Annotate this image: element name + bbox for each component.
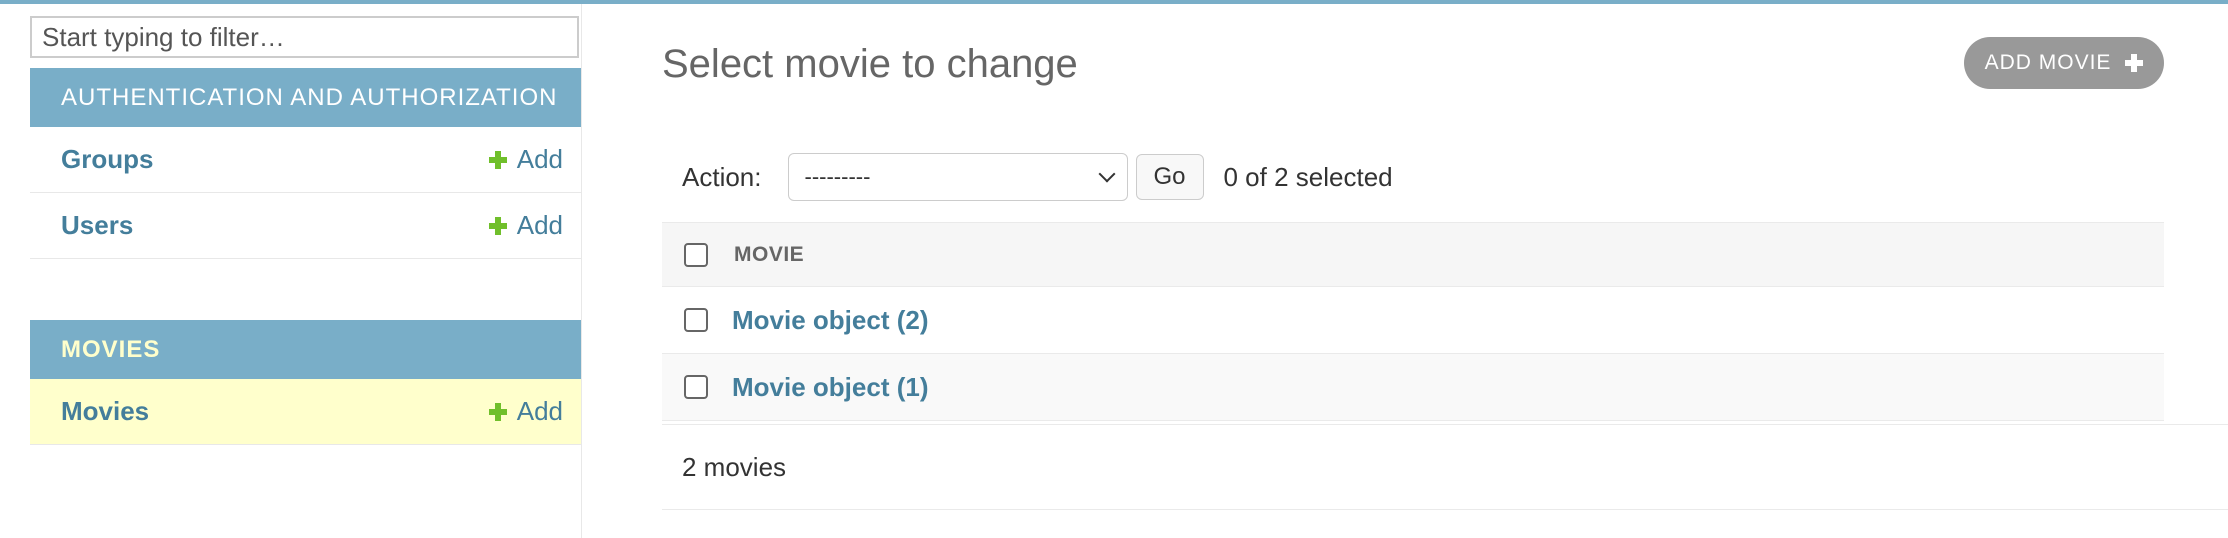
users-link[interactable]: Users [61, 210, 133, 241]
sidebar-item-users: Users Add [30, 193, 581, 259]
add-group-link[interactable]: Add [488, 144, 563, 175]
plus-icon [2125, 54, 2144, 72]
add-movie-button[interactable]: Add movie [1964, 37, 2164, 89]
selection-counter: 0 of 2 selected [1223, 161, 1393, 192]
movie-link[interactable]: Movie object (2) [732, 305, 928, 336]
add-label: Add [516, 144, 563, 174]
groups-link[interactable]: Groups [61, 144, 153, 175]
chevron-down-icon [1098, 165, 1115, 183]
select-all-checkbox[interactable] [684, 242, 708, 267]
sidebar-nav: Authentication and Authorization Groups … [28, 4, 582, 538]
page-title: Select movie to change [662, 42, 1078, 86]
module-caption-movies[interactable]: Movies [30, 320, 581, 379]
add-movie-button-label: Add movie [1984, 51, 2112, 74]
actions-bar: Action: --------- Go 0 of 2 selected [682, 153, 1393, 201]
go-button[interactable]: Go [1135, 154, 1204, 200]
module-caption-auth[interactable]: Authentication and Authorization [30, 68, 581, 127]
action-label: Action: [682, 161, 762, 192]
add-label: Add [516, 210, 563, 240]
plus-icon [488, 150, 507, 169]
plus-icon [488, 402, 507, 421]
sidebar-item-movies: Movies Add [30, 379, 581, 445]
plus-icon [488, 216, 507, 235]
add-user-link[interactable]: Add [488, 210, 563, 241]
add-label: Add [516, 396, 563, 426]
module-movies: Movies Movies Add [30, 320, 581, 445]
sidebar-item-groups: Groups Add [30, 127, 581, 193]
nav-filter-input[interactable] [30, 16, 579, 58]
module-auth: Authentication and Authorization Groups … [30, 68, 581, 259]
column-header-movie[interactable]: Movie [734, 243, 804, 267]
result-table: Movie Movie object (2) Movie object (1) [662, 222, 2164, 421]
result-count: 2 movies [682, 451, 787, 482]
action-select-value: --------- [804, 164, 871, 189]
add-movie-link[interactable]: Add [488, 396, 563, 427]
row-checkbox[interactable] [684, 308, 708, 332]
paginator: 2 movies [662, 424, 2228, 510]
table-row: Movie object (2) [662, 287, 2164, 354]
table-row: Movie object (1) [662, 354, 2164, 421]
row-checkbox[interactable] [684, 375, 708, 399]
action-select[interactable]: --------- [787, 153, 1128, 201]
table-header: Movie [662, 222, 2164, 287]
movies-link[interactable]: Movies [61, 396, 149, 427]
movie-link[interactable]: Movie object (1) [732, 372, 928, 403]
